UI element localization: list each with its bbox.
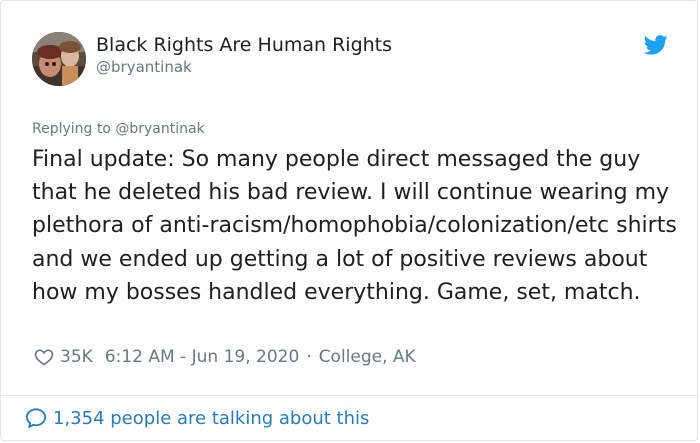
- tweet-location[interactable]: College, AK: [319, 347, 416, 367]
- avatar[interactable]: [32, 32, 86, 86]
- tweet-timestamp[interactable]: 6:12 AM - Jun 19, 2020: [105, 347, 300, 367]
- speech-bubble-icon: [25, 408, 47, 428]
- tweet-meta: 35K 6:12 AM - Jun 19, 2020 · College, AK: [34, 345, 416, 369]
- author-name[interactable]: Black Rights Are Human Rights: [96, 34, 392, 56]
- avatar-image: [32, 32, 86, 86]
- tweet-card: Black Rights Are Human Rights @bryantina…: [0, 0, 699, 441]
- replying-to-label[interactable]: Replying to @bryantinak: [32, 121, 205, 137]
- like-count[interactable]: 35K: [60, 347, 93, 367]
- talking-link[interactable]: 1,354 people are talking about this: [25, 407, 369, 429]
- tweet-text: Final update: So many people direct mess…: [32, 147, 677, 305]
- meta-separator: ·: [306, 347, 312, 367]
- talking-label[interactable]: 1,354 people are talking about this: [53, 408, 369, 429]
- author-handle[interactable]: @bryantinak: [96, 58, 192, 76]
- heart-icon[interactable]: [34, 347, 54, 367]
- twitter-bird-icon[interactable]: [644, 35, 668, 55]
- footer-divider: [1, 395, 699, 396]
